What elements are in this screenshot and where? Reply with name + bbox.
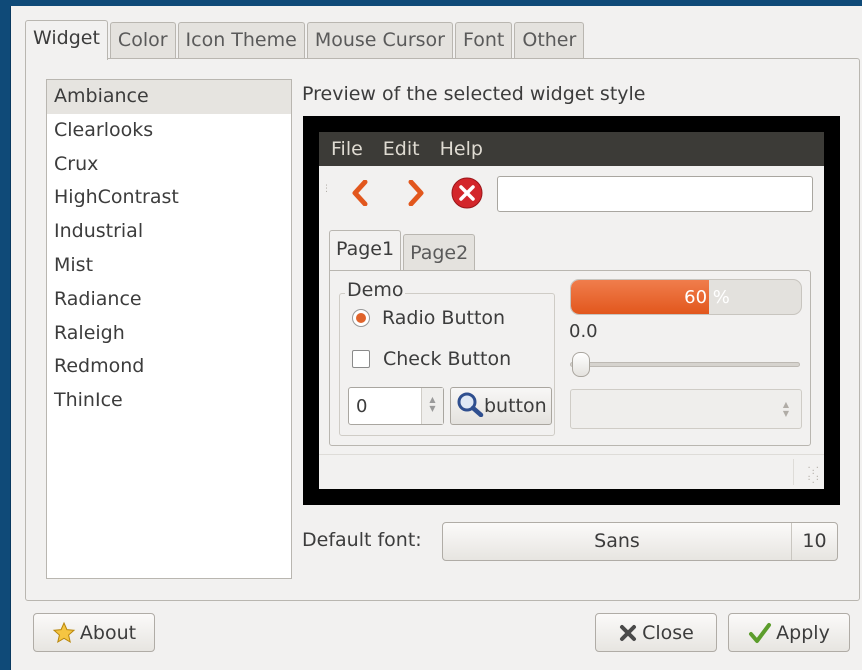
preview-menubar: File Edit Help [319,132,824,166]
checkmark-icon [748,622,772,644]
statusbar-separator [793,459,794,485]
preview-statusbar: ·.· .·. ·.· [319,454,824,488]
about-button[interactable]: About [33,613,155,652]
appearance-dialog: Widget Color Icon Theme Mouse Cursor Fon… [10,6,862,670]
apply-label: Apply [776,621,830,644]
theme-item-thinice[interactable]: ThinIce [47,384,291,418]
menu-help[interactable]: Help [440,138,483,160]
tab-mouse-cursor[interactable]: Mouse Cursor [306,22,453,58]
checkbox-indicator[interactable] [352,350,370,368]
theme-item-highcontrast[interactable]: HighContrast [47,181,291,215]
theme-item-raleigh[interactable]: Raleigh [47,317,291,351]
theme-list[interactable]: Ambiance Clearlooks Crux HighContrast In… [46,79,292,579]
resize-grip-icon[interactable]: ·.· .·. ·.· [807,464,820,486]
tab-other[interactable]: Other [514,22,585,58]
close-button[interactable]: Close [595,613,717,652]
theme-item-ambiance[interactable]: Ambiance [47,80,291,114]
spin-value: 0 [356,396,368,417]
about-label: About [79,621,137,644]
tab-color[interactable]: Color [109,22,176,58]
close-icon [618,623,638,643]
check-button[interactable]: Check Button [352,348,511,370]
preview-label: Preview of the selected widget style [302,83,646,105]
combo-arrows-icon: ▲ ▼ [782,400,789,418]
progress-text: 60 % [684,287,730,308]
progress-bar: 60 % [570,279,802,315]
stop-icon[interactable] [450,176,484,210]
slider-track[interactable] [570,362,800,367]
spin-button[interactable]: 0 ▲ ▼ [348,387,444,425]
tab-icon-theme[interactable]: Icon Theme [177,22,305,58]
spin-arrows-icon[interactable]: ▲ ▼ [421,388,443,424]
url-entry[interactable] [497,176,813,212]
font-size: 10 [791,523,837,560]
theme-item-radiance[interactable]: Radiance [47,283,291,317]
radio-button[interactable]: Radio Button [352,307,505,329]
scale-value: 0.0 [569,321,598,342]
theme-item-mist[interactable]: Mist [47,249,291,283]
slider-handle[interactable] [572,352,590,377]
forward-arrow-icon[interactable] [399,176,433,210]
theme-item-crux[interactable]: Crux [47,148,291,182]
search-icon [456,391,484,422]
widget-preview: File Edit Help ⋮ Page1 Page2 Demo Radio … [303,116,840,505]
tab-page2[interactable]: Page2 [403,234,476,270]
tab-panel: Ambiance Clearlooks Crux HighContrast In… [25,58,860,601]
preview-toolbar: ⋮ [319,172,824,214]
radio-label: Radio Button [382,307,506,329]
font-button[interactable]: Sans 10 [442,522,838,561]
theme-item-clearlooks[interactable]: Clearlooks [47,114,291,148]
theme-item-industrial[interactable]: Industrial [47,215,291,249]
theme-item-redmond[interactable]: Redmond [47,350,291,384]
menu-file[interactable]: File [331,138,363,160]
font-name: Sans [594,530,640,552]
menu-edit[interactable]: Edit [383,138,420,160]
preview-window: File Edit Help ⋮ Page1 Page2 Demo Radio … [319,132,824,489]
toolbar-grip-icon[interactable]: ⋮ [322,185,331,201]
close-label: Close [642,621,694,644]
back-arrow-icon[interactable] [343,176,377,210]
star-icon [52,621,76,645]
tab-widget[interactable]: Widget [25,20,108,60]
default-font-label: Default font: [302,529,422,551]
search-button[interactable]: button [450,387,552,425]
tab-page1[interactable]: Page1 [329,230,402,270]
demo-frame-label: Demo [345,279,406,301]
preview-tab-bar: Page1 Page2 [329,230,477,270]
combo-box[interactable]: ▲ ▼ [570,389,802,429]
search-button-label: button [484,395,547,417]
apply-button[interactable]: Apply [728,613,850,652]
preview-page: Demo Radio Button Check Button 0 ▲ ▼ but… [329,270,811,446]
tab-font[interactable]: Font [454,22,513,58]
check-label: Check Button [383,348,512,370]
tab-bar: Widget Color Icon Theme Mouse Cursor Fon… [25,20,586,60]
radio-indicator[interactable] [352,309,370,327]
